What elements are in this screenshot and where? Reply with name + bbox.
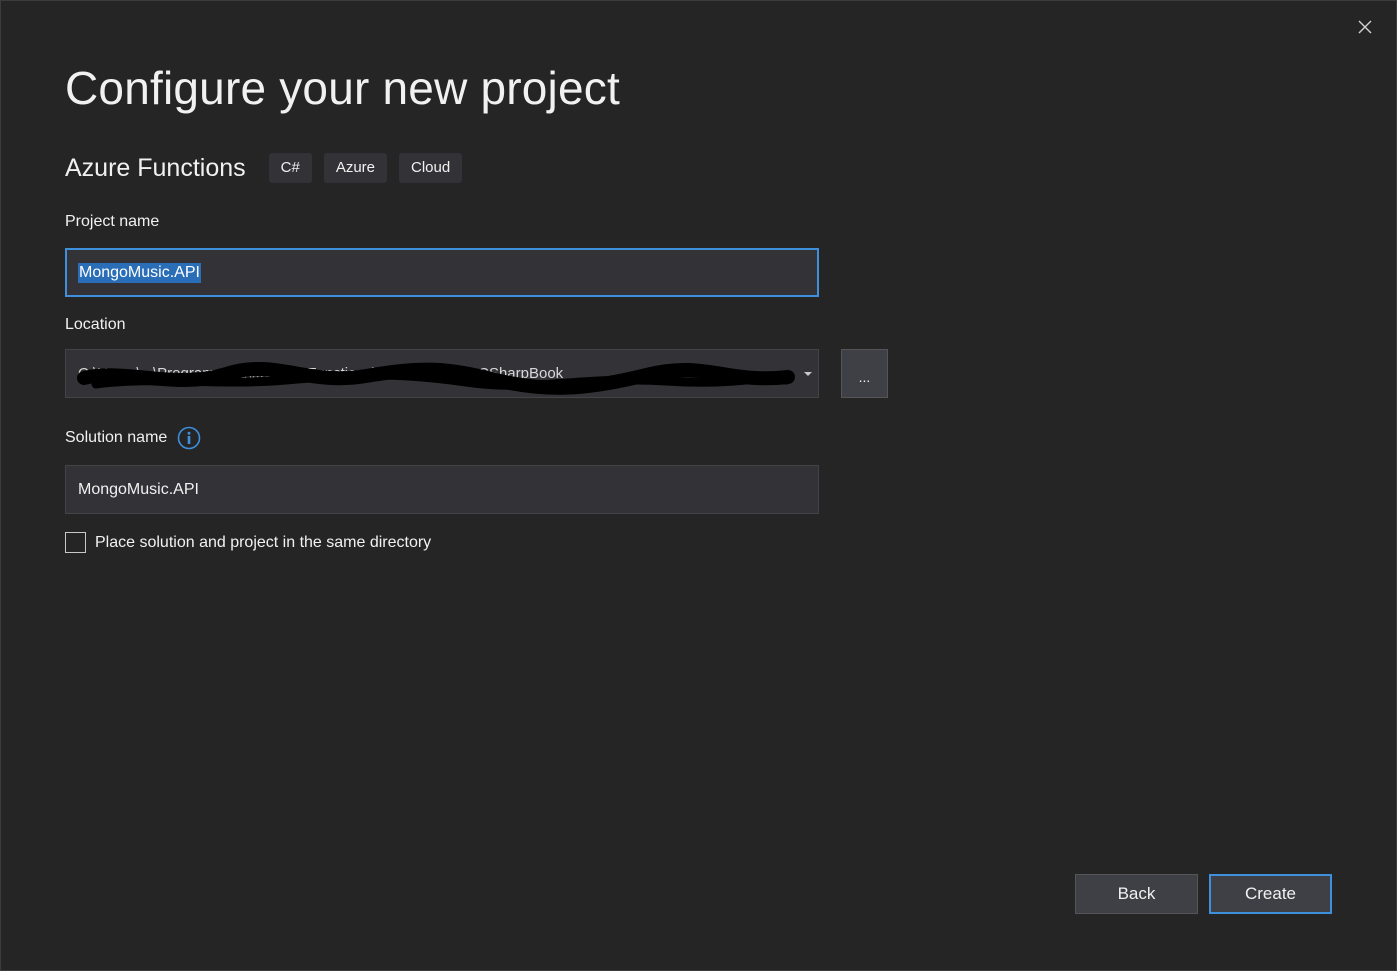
project-name-label: Project name	[65, 213, 160, 230]
solution-name-input[interactable]: MongoMusic.API	[65, 465, 819, 514]
same-directory-label: Place solution and project in the same d…	[95, 534, 432, 551]
same-directory-checkbox[interactable]	[65, 532, 86, 553]
create-button[interactable]: Create	[1209, 874, 1332, 914]
chevron-down-icon[interactable]	[804, 372, 812, 376]
info-icon[interactable]	[177, 426, 201, 450]
location-value: C:\Users\...\Programming\...\AzureFuncti…	[78, 365, 564, 382]
solution-name-value: MongoMusic.API	[78, 480, 199, 498]
back-button[interactable]: Back	[1075, 874, 1198, 914]
template-name: Azure Functions	[65, 153, 246, 182]
tag-cloud: Cloud	[399, 153, 463, 183]
location-combobox[interactable]: C:\Users\...\Programming\...\AzureFuncti…	[65, 349, 819, 398]
close-button[interactable]	[1351, 13, 1379, 41]
configure-project-dialog: Configure your new project Azure Functio…	[0, 0, 1397, 971]
tag-azure: Azure	[323, 153, 388, 183]
solution-name-label: Solution name	[65, 429, 168, 446]
tag-csharp: C#	[268, 153, 312, 183]
close-icon	[1358, 20, 1372, 34]
browse-location-button[interactable]: ...	[841, 349, 888, 398]
location-label: Location	[65, 316, 126, 333]
page-title: Configure your new project	[65, 62, 620, 114]
project-name-input[interactable]: MongoMusic.API	[65, 248, 819, 297]
project-name-value: MongoMusic.API	[78, 262, 201, 283]
template-info: Azure Functions C# Azure Cloud	[65, 152, 474, 184]
